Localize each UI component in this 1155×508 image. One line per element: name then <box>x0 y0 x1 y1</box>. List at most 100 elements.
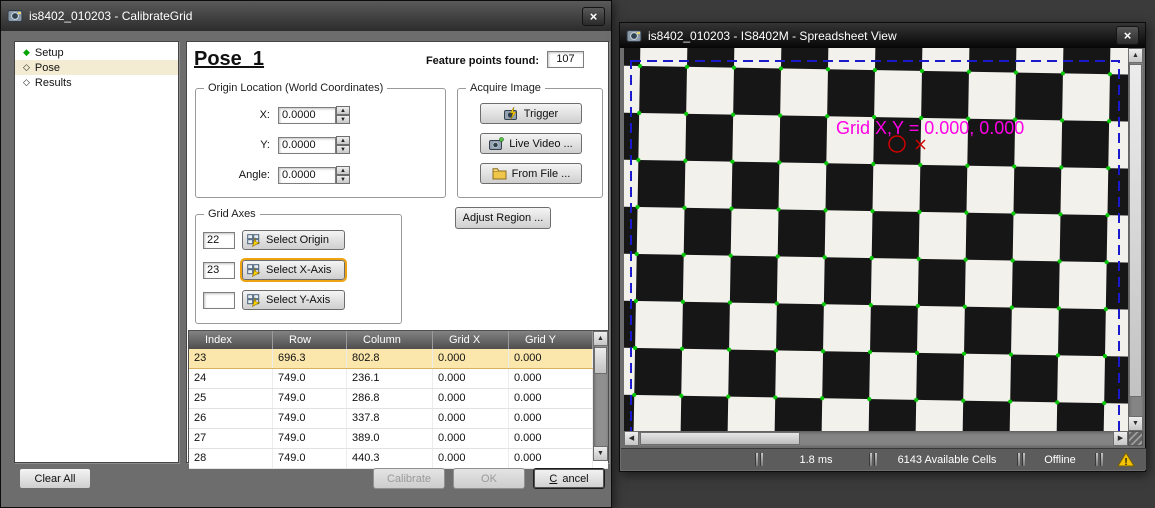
tree-item-label: Pose <box>35 62 60 74</box>
scroll-right-button[interactable]: ▶ <box>1113 431 1128 446</box>
y-spinner: ▲ ▼ <box>336 136 350 154</box>
cell-grid-y: 0.000 <box>509 449 593 468</box>
table-row[interactable]: 23 696.3 802.8 0.000 0.000 <box>189 349 608 369</box>
select-y-axis-button[interactable]: Select Y-Axis <box>242 290 345 310</box>
status-separator <box>866 453 880 466</box>
cell-row: 696.3 <box>273 349 347 368</box>
diamond-filled-icon: ◆ <box>23 48 30 57</box>
spinner-down-button[interactable]: ▼ <box>336 175 350 184</box>
scroll-up-button[interactable]: ▲ <box>1128 48 1143 63</box>
cell-grid-x: 0.000 <box>433 429 509 448</box>
adjust-region-button[interactable]: Adjust Region ... <box>455 207 551 229</box>
grid-axes-group: Grid Axes 22 Select Origin 23 <box>195 214 402 324</box>
cancel-button[interactable]: Cancel <box>533 468 605 489</box>
select-origin-button-label: Select Origin <box>266 234 329 246</box>
spinner-down-button[interactable]: ▼ <box>336 145 350 154</box>
origin-index-field[interactable]: 22 <box>203 232 235 249</box>
calibrate-button[interactable]: Calibrate <box>373 468 445 489</box>
cell-grid-y: 0.000 <box>509 389 593 408</box>
view-window-titlebar[interactable]: is8402_010203 - IS8402M - Spreadsheet Vi… <box>620 23 1145 48</box>
close-icon[interactable]: × <box>582 7 605 26</box>
from-file-button[interactable]: From File ... <box>480 163 582 184</box>
cell-column: 802.8 <box>347 349 433 368</box>
y-axis-index-field[interactable] <box>203 292 235 309</box>
select-x-axis-button[interactable]: Select X-Axis <box>242 260 345 280</box>
calibrate-grid-window: is8402_010203 - CalibrateGrid × ◆ Setup … <box>0 0 612 508</box>
scroll-down-button[interactable]: ▼ <box>1128 416 1143 431</box>
cell-grid-x: 0.000 <box>433 449 509 468</box>
image-viewport[interactable]: Grid X,Y = 0.000, 0.000 <box>624 48 1128 431</box>
cell-column: 389.0 <box>347 429 433 448</box>
status-warning[interactable]: ! <box>1106 449 1146 470</box>
scroll-down-button[interactable]: ▼ <box>593 446 608 461</box>
select-x-axis-button-label: Select X-Axis <box>266 264 331 276</box>
group-title: Grid Axes <box>204 208 260 220</box>
calibrate-window-title: is8402_010203 - CalibrateGrid <box>29 9 192 23</box>
spinner-up-button[interactable]: ▲ <box>336 106 350 115</box>
table-row[interactable]: 26 749.0 337.8 0.000 0.000 <box>189 409 608 429</box>
feature-points-value: 107 <box>547 51 584 68</box>
angle-field[interactable]: 0.0000 <box>278 167 336 184</box>
cell-index: 26 <box>189 409 273 428</box>
cancel-button-mnemonic: C <box>549 473 557 485</box>
cell-grid-x: 0.000 <box>433 389 509 408</box>
pose-panel: Pose 1 Feature points found: 107 Origin … <box>186 41 609 463</box>
cell-column: 440.3 <box>347 449 433 468</box>
close-icon[interactable]: × <box>1116 26 1139 45</box>
select-grid-icon <box>247 264 261 277</box>
tree-item-setup[interactable]: ◆ Setup <box>15 45 178 60</box>
x-field[interactable]: 0.0000 <box>278 107 336 124</box>
v-scrollbar-thumb[interactable] <box>1129 64 1142 397</box>
calibrate-window-titlebar[interactable]: is8402_010203 - CalibrateGrid × <box>1 1 611 31</box>
live-video-button[interactable]: Live Video ... <box>480 133 582 154</box>
spinner-up-button[interactable]: ▲ <box>336 136 350 145</box>
table-row[interactable]: 25 749.0 286.8 0.000 0.000 <box>189 389 608 409</box>
table-scrollbar[interactable]: ▲ ▼ <box>593 331 608 461</box>
diamond-hollow-icon: ◇ <box>23 63 30 72</box>
origin-location-group: Origin Location (World Coordinates) X: 0… <box>195 88 446 198</box>
feature-points-overlay <box>624 48 1128 431</box>
resize-gripper[interactable] <box>1128 431 1143 446</box>
scroll-up-button[interactable]: ▲ <box>593 331 608 346</box>
tree-item-pose[interactable]: ◇ Pose <box>15 60 178 75</box>
table-row[interactable]: 27 749.0 389.0 0.000 0.000 <box>189 429 608 449</box>
adjust-region-button-label: Adjust Region ... <box>463 212 544 224</box>
column-header-grid-x: Grid X <box>433 331 509 349</box>
cell-row: 749.0 <box>273 449 347 468</box>
x-field-label: X: <box>196 109 278 121</box>
spinner-down-button[interactable]: ▼ <box>336 115 350 124</box>
clear-all-button[interactable]: Clear All <box>19 468 91 489</box>
scrollbar-thumb[interactable] <box>594 347 607 374</box>
select-origin-button[interactable]: Select Origin <box>242 230 345 250</box>
x-axis-index-field[interactable]: 23 <box>203 262 235 279</box>
trigger-button[interactable]: Trigger <box>480 103 582 124</box>
h-scrollbar-thumb[interactable] <box>640 432 800 445</box>
y-field[interactable]: 0.0000 <box>278 137 336 154</box>
ok-button[interactable]: OK <box>453 468 525 489</box>
x-spinner: ▲ ▼ <box>336 106 350 124</box>
v-scrollbar[interactable]: ▲ ▼ <box>1128 48 1143 431</box>
from-file-button-label: From File ... <box>512 168 571 180</box>
table-row[interactable]: 28 749.0 440.3 0.000 0.000 <box>189 449 608 469</box>
cell-row: 749.0 <box>273 389 347 408</box>
feature-points-label: Feature points found: <box>409 55 539 67</box>
cell-column: 286.8 <box>347 389 433 408</box>
cell-grid-x: 0.000 <box>433 349 509 368</box>
angle-spinner: ▲ ▼ <box>336 166 350 184</box>
select-grid-icon <box>247 234 261 247</box>
scroll-left-button[interactable]: ◀ <box>624 431 639 446</box>
app-icon <box>626 28 642 44</box>
svg-text:!: ! <box>1124 457 1127 467</box>
column-header-index: Index <box>189 331 273 349</box>
cell-grid-y: 0.000 <box>509 349 593 368</box>
angle-field-label: Angle: <box>196 169 278 181</box>
cell-row: 749.0 <box>273 409 347 428</box>
tree-item-results[interactable]: ◇ Results <box>15 75 178 90</box>
cell-index: 24 <box>189 369 273 388</box>
spreadsheet-view-window: is8402_010203 - IS8402M - Spreadsheet Vi… <box>619 22 1146 472</box>
spinner-up-button[interactable]: ▲ <box>336 166 350 175</box>
desktop: is8402_010203 - CalibrateGrid × ◆ Setup … <box>0 0 1155 508</box>
group-title: Acquire Image <box>466 82 545 94</box>
table-row[interactable]: 24 749.0 236.1 0.000 0.000 <box>189 369 608 389</box>
h-scrollbar[interactable]: ◀ ▶ <box>624 431 1128 446</box>
